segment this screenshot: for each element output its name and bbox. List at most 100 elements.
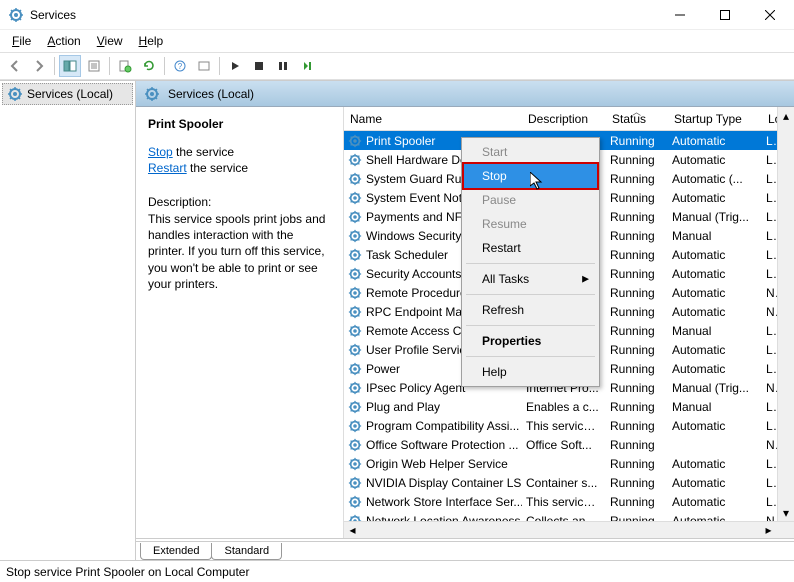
service-status: Running	[606, 400, 668, 414]
app-gear-icon	[8, 7, 24, 23]
help-toolbar-button[interactable]: ?	[169, 55, 191, 77]
back-button[interactable]	[4, 55, 26, 77]
action-toolbar-button[interactable]	[193, 55, 215, 77]
vertical-scrollbar[interactable]: ▴ ▾	[777, 107, 794, 521]
scroll-down-button[interactable]: ▾	[778, 504, 794, 521]
service-startup: Manual	[668, 229, 762, 243]
service-status: Running	[606, 457, 668, 471]
sort-indicator-icon: ︿	[632, 107, 641, 118]
service-name: Office Software Protection ...	[366, 438, 519, 452]
description-text: This service spools print jobs and handl…	[148, 211, 331, 292]
service-startup: Automatic	[668, 191, 762, 205]
gear-icon	[348, 362, 362, 376]
service-startup: Automatic	[668, 267, 762, 281]
gear-icon	[348, 438, 362, 452]
menubar: File Action View Help	[0, 30, 794, 52]
export-list-button[interactable]	[114, 55, 136, 77]
gear-icon	[348, 210, 362, 224]
context-separator	[466, 325, 595, 326]
gear-icon	[348, 267, 362, 281]
refresh-toolbar-button[interactable]	[138, 55, 160, 77]
show-hide-tree-button[interactable]	[59, 55, 81, 77]
service-row[interactable]: NVIDIA Display Container LSContainer s..…	[344, 473, 794, 492]
pause-service-button[interactable]	[272, 55, 294, 77]
properties-toolbar-button[interactable]	[83, 55, 105, 77]
gear-icon	[348, 191, 362, 205]
tab-standard[interactable]: Standard	[211, 543, 282, 560]
context-separator	[466, 263, 595, 264]
service-name: Print Spooler	[366, 134, 435, 148]
service-description: Office Soft...	[522, 438, 606, 452]
context-properties[interactable]: Properties	[464, 329, 597, 353]
restart-service-button[interactable]	[296, 55, 318, 77]
context-pause: Pause	[464, 188, 597, 212]
restart-link[interactable]: Restart	[148, 161, 187, 175]
window-title: Services	[30, 8, 657, 22]
context-stop[interactable]: Stop	[462, 162, 599, 190]
list-header: Name Description ︿Status Startup Type Lo…	[344, 107, 794, 131]
scroll-right-button[interactable]: ▸	[760, 522, 777, 538]
menu-view[interactable]: View	[89, 32, 131, 50]
service-name: System Guard Run	[366, 172, 468, 186]
service-startup: Automatic	[668, 248, 762, 262]
context-separator	[466, 294, 595, 295]
menu-action[interactable]: Action	[39, 32, 88, 50]
context-restart[interactable]: Restart	[464, 236, 597, 260]
gear-icon	[348, 324, 362, 338]
service-status: Running	[606, 134, 668, 148]
menu-help[interactable]: Help	[131, 32, 172, 50]
service-row[interactable]: Origin Web Helper Service RunningAutomati…	[344, 454, 794, 473]
column-description[interactable]: Description	[522, 107, 606, 130]
service-startup: Automatic	[668, 495, 762, 509]
forward-button[interactable]	[28, 55, 50, 77]
tab-extended[interactable]: Extended	[140, 543, 212, 560]
selected-service-name: Print Spooler	[148, 117, 331, 131]
service-status: Running	[606, 362, 668, 376]
minimize-button[interactable]	[657, 1, 702, 29]
tree-root-item[interactable]: Services (Local)	[2, 83, 133, 105]
service-startup: Manual	[668, 324, 762, 338]
gear-icon	[348, 419, 362, 433]
stop-service-button[interactable]	[248, 55, 270, 77]
close-button[interactable]	[747, 1, 792, 29]
service-status: Running	[606, 495, 668, 509]
service-status: Running	[606, 191, 668, 205]
service-row[interactable]: Office Software Protection ...Office Sof…	[344, 435, 794, 454]
horizontal-scrollbar[interactable]: ◂ ▸	[344, 521, 794, 538]
service-status: Running	[606, 381, 668, 395]
context-separator	[466, 356, 595, 357]
service-startup: Manual (Trig...	[668, 381, 762, 395]
scroll-up-button[interactable]: ▴	[778, 107, 794, 124]
gear-icon	[348, 153, 362, 167]
column-name[interactable]: Name	[344, 107, 522, 130]
stop-link[interactable]: Stop	[148, 145, 173, 159]
service-row[interactable]: Network Store Interface Ser...This servi…	[344, 492, 794, 511]
service-name: Windows Security	[366, 229, 461, 243]
service-startup: Automatic	[668, 153, 762, 167]
titlebar: Services	[0, 0, 794, 30]
service-startup: Manual (Trig...	[668, 210, 762, 224]
gear-icon	[348, 286, 362, 300]
service-name: Power	[366, 362, 400, 376]
service-startup: Automatic	[668, 457, 762, 471]
context-help[interactable]: Help	[464, 360, 597, 384]
gear-icon	[348, 134, 362, 148]
service-row[interactable]: Plug and PlayEnables a c...RunningManual…	[344, 397, 794, 416]
gear-icon	[348, 343, 362, 357]
context-refresh[interactable]: Refresh	[464, 298, 597, 322]
statusbar: Stop service Print Spooler on Local Comp…	[0, 560, 794, 582]
description-label: Description:	[148, 195, 331, 209]
column-status[interactable]: ︿Status	[606, 107, 668, 130]
service-name: Origin Web Helper Service	[366, 457, 508, 471]
scroll-left-button[interactable]: ◂	[344, 522, 361, 538]
start-service-button[interactable]	[224, 55, 246, 77]
service-status: Running	[606, 153, 668, 167]
menu-file[interactable]: File	[4, 32, 39, 50]
service-status: Running	[606, 305, 668, 319]
maximize-button[interactable]	[702, 1, 747, 29]
service-description: This service ...	[522, 495, 606, 509]
column-startup-type[interactable]: Startup Type	[668, 107, 762, 130]
service-row[interactable]: Program Compatibility Assi...This servic…	[344, 416, 794, 435]
context-all-tasks[interactable]: All Tasks▶	[464, 267, 597, 291]
service-startup: Manual	[668, 400, 762, 414]
